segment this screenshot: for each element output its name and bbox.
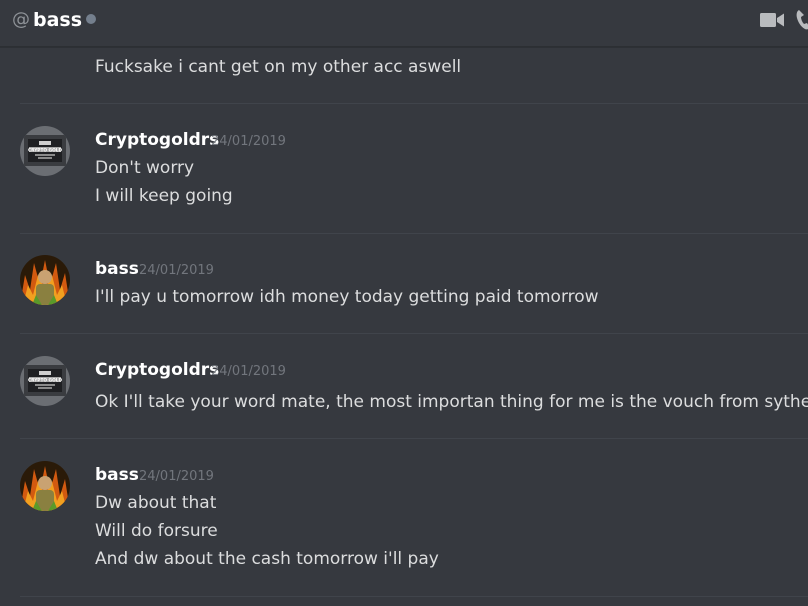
username[interactable]: bass [95,464,139,486]
dm-window: @ bass Fucksake i cant get on my other a… [0,0,808,606]
username[interactable]: Cryptogoldrs [95,359,219,381]
avatar-logo-text: CRYPTO GOLD [28,377,62,383]
message-divider [20,596,808,597]
message-divider [20,438,808,439]
timestamp: 24/01/2019 [211,364,286,379]
message-text: And dw about the cash tomorrow i'll pay [95,549,439,569]
message-text: I'll pay u tomorrow idh money today gett… [95,287,599,307]
bass-avatar[interactable] [20,255,70,305]
message-text: I will keep going [95,186,233,206]
bass-avatar[interactable] [20,461,70,511]
message-text: Fucksake i cant get on my other acc aswe… [95,57,462,77]
message-divider [20,233,808,234]
timestamp: 24/01/2019 [211,134,286,149]
cryptogold-avatar[interactable]: CRYPTO GOLD [20,126,70,176]
message-text: Don't worry [95,158,195,178]
offline-status-icon [86,14,96,24]
at-icon: @ [12,9,30,30]
timestamp: 24/01/2019 [139,263,214,278]
message-divider [20,333,808,334]
timestamp: 24/01/2019 [139,469,214,484]
message-divider [20,103,808,104]
message-text: Ok I'll take your word mate, the most im… [95,388,808,416]
message-text: Will do forsure [95,521,218,541]
channel-name[interactable]: bass [33,8,82,32]
avatar-logo-text: CRYPTO GOLD [28,147,62,153]
message-text-content: Ok I'll take your word mate, the most im… [95,392,808,412]
channel-header: @ bass [0,0,808,47]
video-call-icon[interactable] [760,12,784,28]
username[interactable]: bass [95,258,139,280]
username[interactable]: Cryptogoldrs [95,129,219,151]
message-text: Dw about that [95,493,217,513]
cryptogold-avatar[interactable]: CRYPTO GOLD [20,356,70,406]
message-list[interactable]: Fucksake i cant get on my other acc aswe… [0,47,808,606]
voice-call-icon[interactable] [796,9,808,31]
